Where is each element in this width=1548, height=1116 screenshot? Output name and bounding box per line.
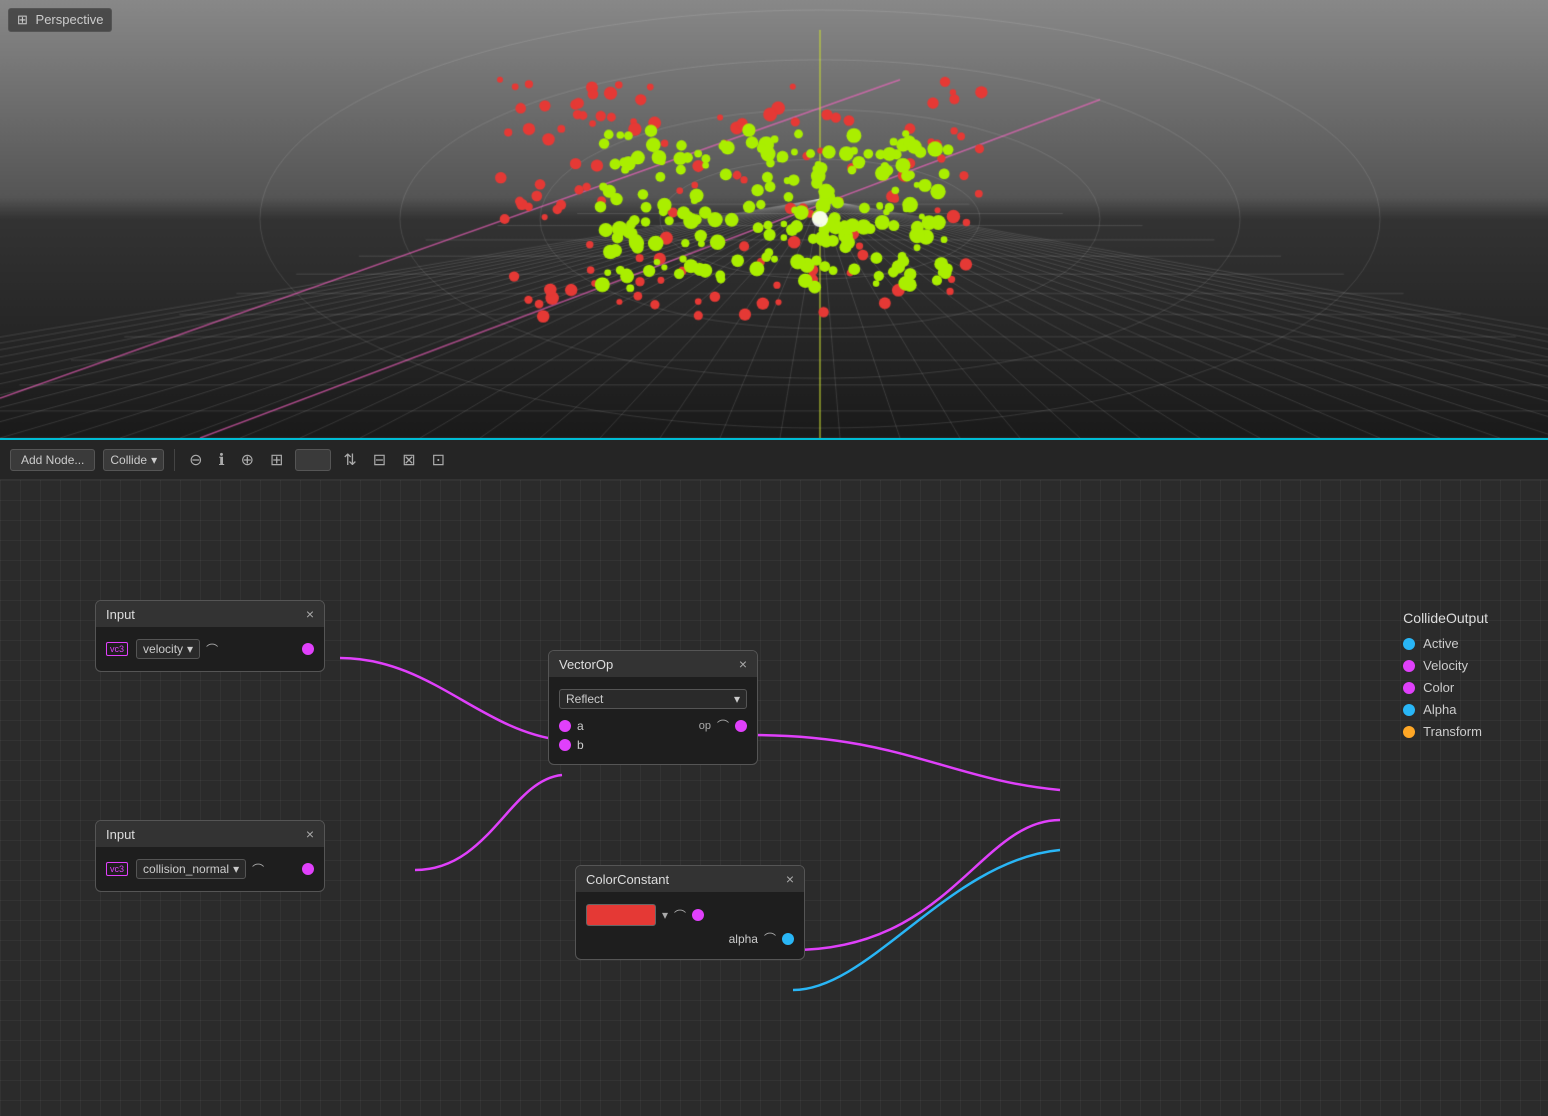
zoom-out-icon[interactable]: ⊖ [185,448,206,472]
co-dot-alpha[interactable] [1403,704,1415,716]
curve-icon-2: ⌒ [252,861,264,878]
chevron-down-icon-color: ▾ [662,908,668,922]
input-collision-node[interactable]: Input × vc3 collision_normal ▾ ⌒ [95,820,325,892]
collide-dropdown[interactable]: Collide ▾ [103,449,164,471]
input-dot-a[interactable] [559,720,571,732]
zoom-value-input[interactable]: 20 [295,449,331,471]
grid-icon: ⊞ [17,12,28,27]
co-alpha-row: Alpha [1403,702,1488,717]
collide-output-title: CollideOutput [1403,610,1488,626]
color-constant-header: ColorConstant × [576,866,804,892]
color-row: ▾ ⌒ [586,904,794,926]
close-color-constant-button[interactable]: × [786,871,794,887]
collision-dropdown[interactable]: collision_normal ▾ [136,859,246,879]
co-velocity-label: Velocity [1423,658,1468,673]
co-transform-label: Transform [1423,724,1482,739]
co-active-label: Active [1423,636,1458,651]
vector-op-node[interactable]: VectorOp × Reflect ▾ a op ⌒ [548,650,758,765]
color-constant-node[interactable]: ColorConstant × ▾ ⌒ alpha ⌒ [575,865,805,960]
collide-output-panel: CollideOutput Active Velocity Color Alph… [1403,610,1488,746]
arrange-icon[interactable]: ⊞ [266,448,287,472]
output-dot-op[interactable] [735,720,747,732]
co-active-row: Active [1403,636,1488,651]
port-a-row: a op ⌒ [559,717,747,734]
curve-icon: ⌒ [206,641,218,658]
input-collision-header: Input × [96,821,324,847]
co-dot-velocity[interactable] [1403,660,1415,672]
reflect-dropdown[interactable]: Reflect ▾ [559,689,747,709]
add-node-button[interactable]: Add Node... [10,449,95,471]
align-icon[interactable]: ⊠ [398,448,419,472]
input-velocity-node[interactable]: Input × vc3 velocity ▾ ⌒ [95,600,325,672]
port-b-row: b [559,738,747,752]
toolbar: Add Node... Collide ▾ ⊖ ℹ ⊕ ⊞ 20 ⇅ ⊟ ⊠ ⊡ [0,440,1548,480]
curve-icon-alpha: ⌒ [764,930,776,947]
output-dot-color[interactable] [692,909,704,921]
chevron-down-icon: ▾ [187,642,193,656]
collision-row: vc3 collision_normal ▾ ⌒ [106,859,314,879]
output-dot-velocity[interactable] [302,643,314,655]
velocity-row: vc3 velocity ▾ ⌒ [106,639,314,659]
output-dot-collision[interactable] [302,863,314,875]
velocity-dropdown[interactable]: velocity ▾ [136,639,200,659]
co-dot-transform[interactable] [1403,726,1415,738]
input-velocity-header: Input × [96,601,324,627]
co-velocity-row: Velocity [1403,658,1488,673]
chevron-down-icon: ▾ [151,453,157,467]
vector-op-header: VectorOp × [549,651,757,677]
curve-icon-color: ⌒ [674,907,686,924]
co-color-label: Color [1423,680,1454,695]
type-badge-collision: vc3 [106,862,128,876]
info-icon[interactable]: ℹ [215,448,229,472]
curve-icon-op: ⌒ [717,717,729,734]
perspective-label: ⊞ Perspective [8,8,112,32]
chevron-down-icon: ▾ [233,862,239,876]
grid-icon[interactable]: ⊟ [369,448,390,472]
co-transform-row: Transform [1403,724,1488,739]
co-color-row: Color [1403,680,1488,695]
viewport-canvas [0,0,1548,438]
arrows-icon[interactable]: ⇅ [339,448,360,472]
separator [174,449,175,471]
co-alpha-label: Alpha [1423,702,1456,717]
alpha-row: alpha ⌒ [586,930,794,947]
connections-svg [0,480,1548,1116]
output-dot-alpha[interactable] [782,933,794,945]
zoom-in-icon[interactable]: ⊕ [237,448,258,472]
color-swatch[interactable] [586,904,656,926]
co-dot-active[interactable] [1403,638,1415,650]
node-area: Input × vc3 velocity ▾ ⌒ Input × [0,480,1548,1116]
close-input-velocity-button[interactable]: × [306,606,314,622]
close-vector-op-button[interactable]: × [739,656,747,672]
node-editor[interactable]: Add Node... Collide ▾ ⊖ ℹ ⊕ ⊞ 20 ⇅ ⊟ ⊠ ⊡ [0,440,1548,1116]
chevron-down-icon: ▾ [734,692,740,706]
type-badge: vc3 [106,642,128,656]
3d-viewport[interactable]: ⊞ Perspective [0,0,1548,440]
input-dot-b[interactable] [559,739,571,751]
close-input-collision-button[interactable]: × [306,826,314,842]
co-dot-color[interactable] [1403,682,1415,694]
file-icon[interactable]: ⊡ [428,448,449,472]
